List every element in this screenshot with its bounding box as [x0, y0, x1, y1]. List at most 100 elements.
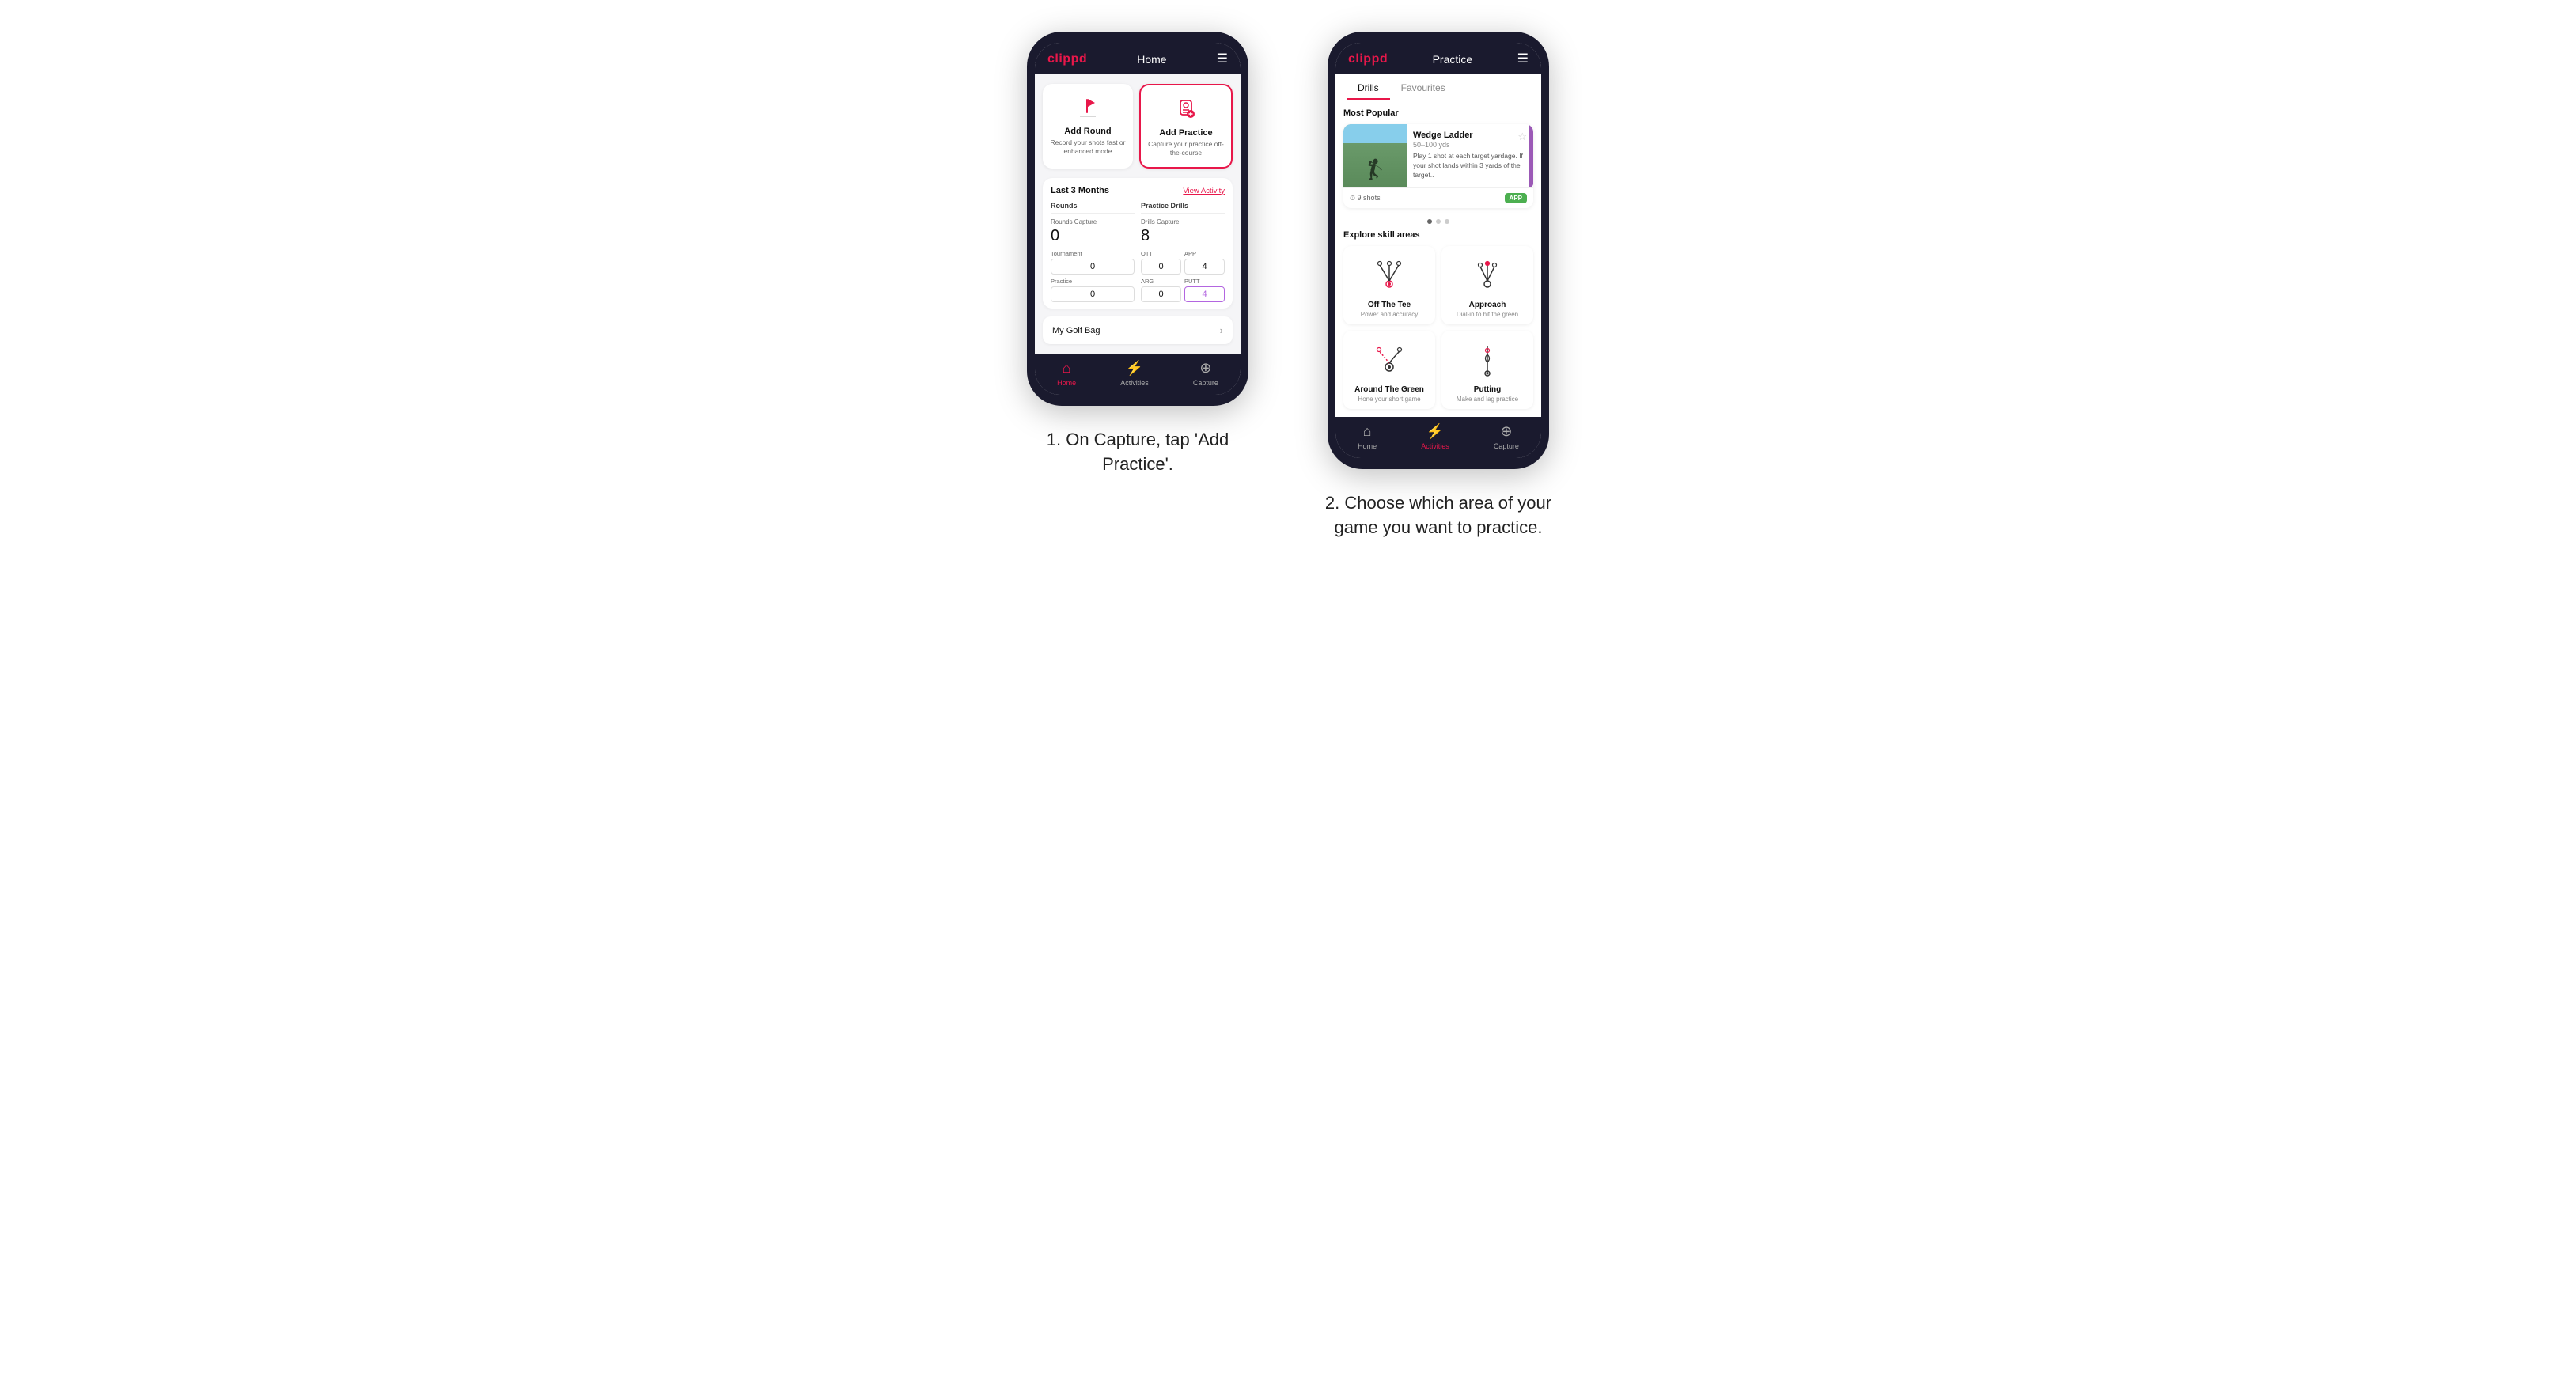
arg-item: ARG 0 [1141, 278, 1181, 302]
skill-off-the-tee[interactable]: Off The Tee Power and accuracy [1343, 246, 1435, 324]
off-the-tee-diagram [1368, 254, 1411, 297]
off-the-tee-title: Off The Tee [1368, 301, 1411, 309]
phone1-header: clippd Home ☰ [1035, 43, 1241, 74]
arg-value: 0 [1141, 286, 1181, 302]
phone1-section: clippd Home ☰ [1019, 32, 1256, 477]
atg-diagram [1368, 339, 1411, 381]
stats-header: Last 3 Months View Activity [1051, 186, 1225, 195]
capture-icon-1: ⊕ [1199, 360, 1211, 377]
clippd-logo-2: clippd [1348, 52, 1388, 66]
hamburger-icon-2[interactable]: ☰ [1517, 53, 1529, 66]
star-icon[interactable]: ☆ [1517, 131, 1527, 143]
rounds-capture-value: 0 [1051, 227, 1135, 245]
phone2-bottom-nav: ⌂ Home ⚡ Activities ⊕ Capture [1335, 417, 1541, 458]
add-round-subtitle: Record your shots fast or enhanced mode [1049, 138, 1127, 156]
activities-label-2: Activities [1421, 442, 1449, 450]
app-item: APP 4 [1184, 250, 1225, 275]
nav-activities-1[interactable]: ⚡ Activities [1120, 360, 1149, 387]
stats-section: Last 3 Months View Activity Rounds Round… [1043, 178, 1233, 309]
explore-title: Explore skill areas [1343, 230, 1533, 240]
nav-capture-2[interactable]: ⊕ Capture [1494, 423, 1519, 450]
dot-1 [1427, 219, 1432, 224]
tournament-item: Tournament 0 [1051, 250, 1135, 275]
nav-activities-2[interactable]: ⚡ Activities [1421, 423, 1449, 450]
activities-icon-2: ⚡ [1426, 423, 1444, 440]
featured-card-desc: Play 1 shot at each target yardage. If y… [1413, 152, 1527, 180]
phone1-content: Add Round Record your shots fast or enha… [1035, 74, 1241, 354]
caption-1: 1. On Capture, tap 'Add Practice'. [1019, 428, 1256, 477]
home-label-2: Home [1358, 442, 1377, 450]
rounds-sub-grid: Tournament 0 [1051, 250, 1135, 275]
ott-label: OTT [1141, 250, 1181, 257]
skill-approach[interactable]: Approach Dial-in to hit the green [1441, 246, 1533, 324]
putt-label: PUTT [1184, 278, 1225, 285]
nav-capture-1[interactable]: ⊕ Capture [1193, 360, 1218, 387]
ott-value: 0 [1141, 259, 1181, 275]
dot-3 [1445, 219, 1449, 224]
phone2-section: clippd Practice ☰ Drills Favourites Most… [1320, 32, 1557, 540]
add-round-card[interactable]: Add Round Record your shots fast or enha… [1043, 84, 1133, 169]
phone2-header-title: Practice [1433, 53, 1473, 66]
hamburger-icon-1[interactable]: ☰ [1217, 53, 1228, 66]
action-cards: Add Round Record your shots fast or enha… [1043, 84, 1233, 169]
skill-putting[interactable]: Putting Make and lag practice [1441, 331, 1533, 409]
nav-home-1[interactable]: ⌂ Home [1057, 360, 1076, 387]
app-label: APP [1184, 250, 1225, 257]
putting-diagram [1466, 339, 1509, 381]
drills-capture-label: Drills Capture [1141, 218, 1225, 225]
shots-count-text: 9 shots [1358, 194, 1381, 202]
home-icon-1: ⌂ [1063, 360, 1071, 377]
putting-title: Putting [1474, 385, 1501, 394]
app-value: 4 [1184, 259, 1225, 275]
activities-icon-1: ⚡ [1126, 360, 1143, 377]
phone2-screen: clippd Practice ☰ Drills Favourites Most… [1335, 43, 1541, 458]
featured-card-accent [1529, 124, 1533, 187]
app-badge: APP [1505, 193, 1527, 203]
featured-card-info: ☆ Wedge Ladder 50–100 yds Play 1 shot at… [1407, 124, 1533, 187]
featured-card[interactable]: 🏌️ ☆ Wedge Ladder 50–100 yds Play 1 shot… [1343, 124, 1533, 208]
practice-scroll: Most Popular 🏌️ ☆ [1335, 100, 1541, 417]
tab-favourites[interactable]: Favourites [1390, 74, 1457, 100]
page-container: clippd Home ☰ [734, 32, 1842, 540]
home-label-1: Home [1057, 379, 1076, 387]
nav-home-2[interactable]: ⌂ Home [1358, 423, 1377, 450]
clippd-logo-1: clippd [1047, 52, 1087, 66]
add-practice-title: Add Practice [1159, 128, 1212, 138]
view-activity-link[interactable]: View Activity [1183, 187, 1225, 195]
skill-grid: Off The Tee Power and accuracy [1343, 246, 1533, 409]
off-the-tee-subtitle: Power and accuracy [1361, 311, 1418, 318]
home-icon-2: ⌂ [1363, 423, 1372, 440]
drills-sub-grid: OTT 0 APP 4 [1141, 250, 1225, 275]
featured-card-title: Wedge Ladder [1413, 131, 1527, 140]
dot-2 [1436, 219, 1441, 224]
add-practice-card[interactable]: Add Practice Capture your practice off-t… [1139, 84, 1233, 169]
rounds-col: Rounds Rounds Capture 0 Tournament 0 [1051, 202, 1135, 302]
tournament-label: Tournament [1051, 250, 1135, 257]
add-practice-subtitle: Capture your practice off-the-course [1147, 140, 1225, 157]
tab-drills[interactable]: Drills [1347, 74, 1390, 100]
phone2-shell: clippd Practice ☰ Drills Favourites Most… [1328, 32, 1549, 469]
capture-icon-2: ⊕ [1500, 423, 1512, 440]
putting-subtitle: Make and lag practice [1457, 396, 1518, 403]
skill-atg[interactable]: Around The Green Hone your short game [1343, 331, 1435, 409]
last-3-months-label: Last 3 Months [1051, 186, 1109, 195]
tournament-value: 0 [1051, 259, 1135, 275]
most-popular-title: Most Popular [1343, 108, 1533, 118]
add-round-title: Add Round [1064, 127, 1111, 136]
phone2-header: clippd Practice ☰ [1335, 43, 1541, 74]
approach-subtitle: Dial-in to hit the green [1457, 311, 1518, 318]
drills-col-title: Practice Drills [1141, 202, 1225, 214]
approach-title: Approach [1469, 301, 1506, 309]
atg-title: Around The Green [1354, 385, 1424, 394]
golf-bag-row[interactable]: My Golf Bag › [1043, 316, 1233, 344]
phone1-bottom-nav: ⌂ Home ⚡ Activities ⊕ Capture [1035, 354, 1241, 395]
practice-value: 0 [1051, 286, 1135, 302]
practice-item: Practice 0 [1051, 278, 1135, 302]
rounds-capture-label: Rounds Capture [1051, 218, 1135, 225]
capture-label-1: Capture [1193, 379, 1218, 387]
shots-count: ⏱ 9 shots [1350, 194, 1381, 203]
add-round-icon [1074, 93, 1102, 122]
drills-col: Practice Drills Drills Capture 8 OTT 0 [1141, 202, 1225, 302]
activities-label-1: Activities [1120, 379, 1149, 387]
featured-card-image: 🏌️ [1343, 124, 1407, 187]
